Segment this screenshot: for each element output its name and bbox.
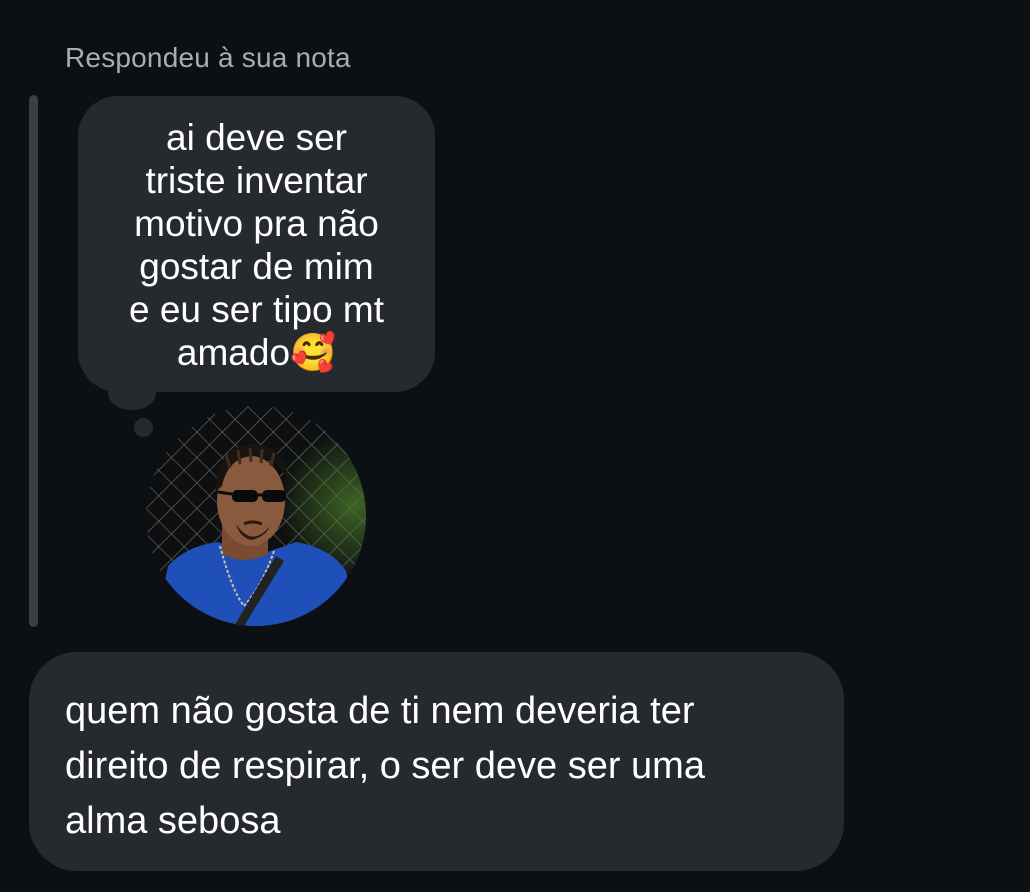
avatar[interactable] xyxy=(146,406,366,626)
dm-thread: Respondeu à sua nota ai deve ser triste … xyxy=(0,0,1030,892)
note-text: ai deve ser triste inventar motivo pra n… xyxy=(128,117,384,373)
reply-context-label: Respondeu à sua nota xyxy=(65,42,351,73)
reply-indicator-bar xyxy=(29,95,38,627)
message-text: quem não gosta de ti nem deveria ter dir… xyxy=(65,690,705,842)
note-bubble-tail xyxy=(108,376,156,410)
note-bubble-tail-dot xyxy=(134,418,153,437)
profile-photo-icon xyxy=(146,406,366,626)
message-bubble[interactable]: quem não gosta de ti nem deveria ter dir… xyxy=(29,652,844,871)
note-bubble[interactable]: ai deve ser triste inventar motivo pra n… xyxy=(78,96,435,392)
